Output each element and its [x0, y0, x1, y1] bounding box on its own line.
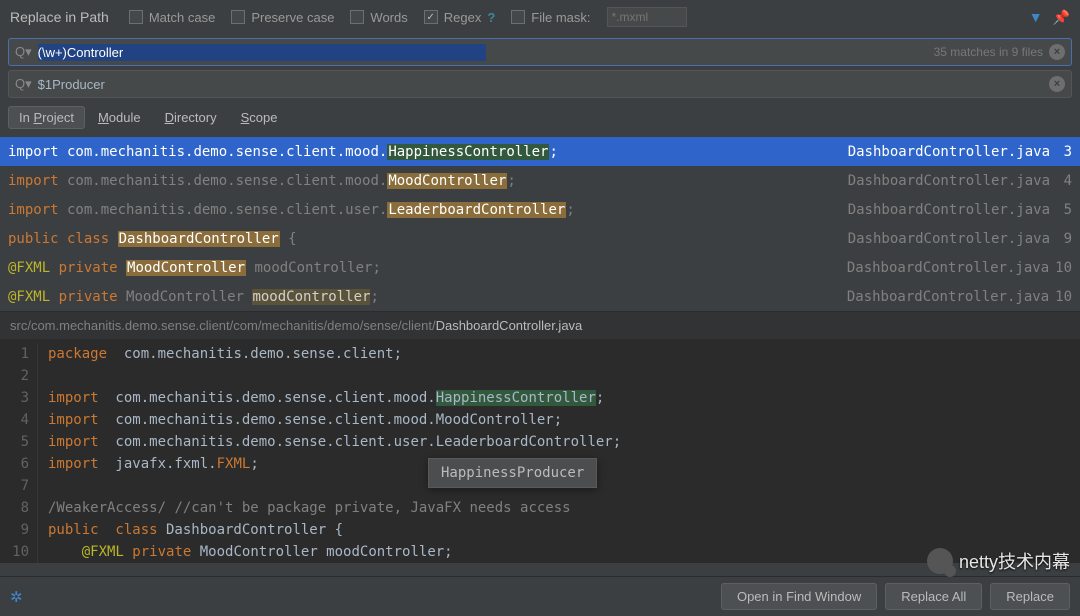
tab-module[interactable]: Module: [87, 106, 152, 129]
tab-directory[interactable]: Directory: [154, 106, 228, 129]
clear-search-icon[interactable]: ×: [1049, 44, 1065, 60]
tab-scope[interactable]: Scope: [230, 106, 289, 129]
result-row[interactable]: import com.mechanitis.demo.sense.client.…: [0, 166, 1080, 195]
result-row[interactable]: @FXML private MoodController moodControl…: [0, 253, 1080, 282]
watermark: netty技术内幕: [927, 548, 1070, 574]
options-row: Match case Preserve case Words Regex? Fi…: [129, 7, 1029, 27]
file-mask-input[interactable]: [607, 7, 687, 27]
result-row[interactable]: public class DashboardController { Dashb…: [0, 224, 1080, 253]
search-row: Q▾ (\w+)Controller 35 matches in 9 files…: [8, 38, 1072, 66]
search-input[interactable]: (\w+)Controller: [38, 44, 486, 61]
result-row[interactable]: import com.mechanitis.demo.sense.client.…: [0, 137, 1080, 166]
open-find-window-button[interactable]: Open in Find Window: [721, 583, 877, 610]
dialog-title: Replace in Path: [10, 9, 109, 25]
result-row[interactable]: @FXML private MoodController moodControl…: [0, 282, 1080, 311]
words-checkbox[interactable]: Words: [350, 10, 407, 25]
match-case-checkbox[interactable]: Match case: [129, 10, 215, 25]
scope-tabs: In Project Module Directory Scope: [0, 102, 1080, 137]
preserve-case-checkbox[interactable]: Preserve case: [231, 10, 334, 25]
footer: ✲ Open in Find Window Replace All Replac…: [0, 576, 1080, 616]
search-icon: Q▾: [15, 44, 32, 60]
result-row[interactable]: import com.mechanitis.demo.sense.client.…: [0, 195, 1080, 224]
filter-icon[interactable]: ▼: [1029, 9, 1043, 25]
code-preview[interactable]: 12345678910 package com.mechanitis.demo.…: [0, 339, 1080, 563]
gutter: 12345678910: [0, 343, 38, 563]
results-list: import com.mechanitis.demo.sense.client.…: [0, 137, 1080, 311]
pin-icon[interactable]: 📌: [1053, 9, 1070, 26]
tab-in-project[interactable]: In Project: [8, 106, 85, 129]
file-path-bar: src/com.mechanitis.demo.sense.client/com…: [0, 311, 1080, 339]
replace-row: Q▾ ×: [8, 70, 1072, 98]
titlebar: Replace in Path Match case Preserve case…: [0, 0, 1080, 34]
file-mask-checkbox[interactable]: File mask:: [511, 10, 590, 25]
clear-replace-icon[interactable]: ×: [1049, 76, 1065, 92]
match-count: 35 matches in 9 files: [934, 45, 1043, 59]
code-body[interactable]: package com.mechanitis.demo.sense.client…: [38, 343, 621, 563]
gear-icon[interactable]: ✲: [10, 588, 23, 606]
replace-input[interactable]: [38, 77, 1049, 92]
replace-all-button[interactable]: Replace All: [885, 583, 982, 610]
replace-button[interactable]: Replace: [990, 583, 1070, 610]
regex-help-icon[interactable]: ?: [487, 10, 495, 25]
wechat-icon: [927, 548, 953, 574]
replacement-preview-tooltip: HappinessProducer: [428, 458, 597, 488]
regex-checkbox[interactable]: Regex?: [424, 10, 496, 25]
replace-icon: Q▾: [15, 76, 32, 92]
